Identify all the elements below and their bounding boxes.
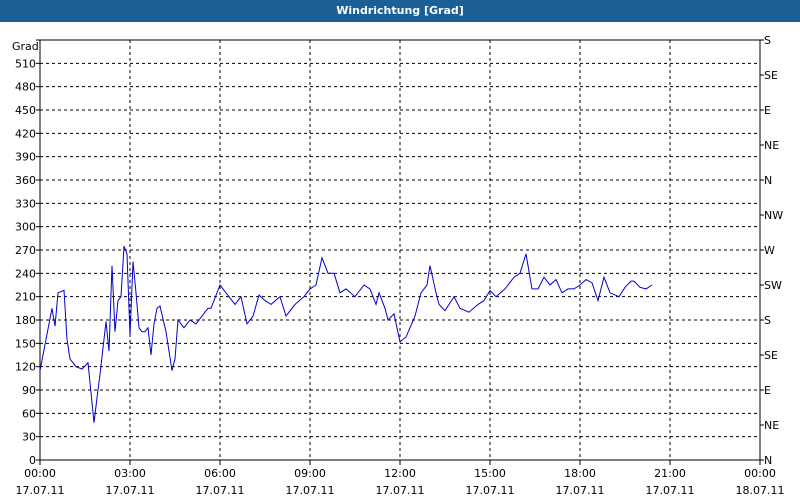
y-tick-label: 510 bbox=[15, 57, 36, 70]
x-tick-time-label: 15:00 bbox=[474, 467, 506, 480]
x-tick-date-label: 17.07.11 bbox=[16, 484, 65, 497]
x-tick-time-label: 18:00 bbox=[564, 467, 596, 480]
right-tick-label: N bbox=[764, 174, 772, 187]
y-tick-label: 300 bbox=[15, 221, 36, 234]
x-tick-time-label: 12:00 bbox=[384, 467, 416, 480]
y-tick-label: 180 bbox=[15, 314, 36, 327]
x-tick-date-label: 17.07.11 bbox=[376, 484, 425, 497]
x-tick-date-label: 17.07.11 bbox=[196, 484, 245, 497]
x-tick-time-label: 09:00 bbox=[294, 467, 326, 480]
right-tick-label: SE bbox=[764, 69, 778, 82]
right-tick-label: SW bbox=[764, 279, 782, 292]
x-tick-date-label: 17.07.11 bbox=[646, 484, 695, 497]
y-tick-label: 210 bbox=[15, 291, 36, 304]
windrichtung-chart: Grad 0 30 60 90 120 150 180 210 240 270 300 330 360 3… bbox=[12, 34, 785, 497]
right-tick-label: E bbox=[764, 104, 771, 117]
right-tick-label: SE bbox=[764, 349, 778, 362]
x-tick-date-label: 18.07.11 bbox=[736, 484, 785, 497]
y-tick-label: 150 bbox=[15, 337, 36, 350]
y-tick-label: 90 bbox=[22, 384, 36, 397]
x-tick-time-label: 06:00 bbox=[204, 467, 236, 480]
x-tick-date-label: 17.07.11 bbox=[286, 484, 335, 497]
right-tick-label: NE bbox=[764, 419, 779, 432]
y-tick-label: 360 bbox=[15, 174, 36, 187]
y-tick-label: 480 bbox=[15, 81, 36, 94]
y-tick-label: 450 bbox=[15, 104, 36, 117]
y-tick-label: 30 bbox=[22, 431, 36, 444]
x-tick-date-label: 17.07.11 bbox=[106, 484, 155, 497]
y-tick-label: 60 bbox=[22, 407, 36, 420]
x-tick-time-label: 03:00 bbox=[114, 467, 146, 480]
x-tick-date-label: 17.07.11 bbox=[466, 484, 515, 497]
series-line bbox=[39, 245, 653, 423]
left-axis-ticks: 0 30 60 90 120 150 180 210 240 270 300 330 360 390 420… bbox=[15, 39, 40, 467]
right-tick-label: S bbox=[764, 314, 771, 327]
wind-direction-series bbox=[39, 245, 653, 423]
x-tick-time-label: 21:00 bbox=[654, 467, 686, 480]
y-tick-label: 240 bbox=[15, 267, 36, 280]
y-tick-label: 0 bbox=[29, 454, 36, 467]
right-tick-label: N bbox=[764, 454, 772, 467]
right-tick-label: W bbox=[764, 244, 775, 257]
y-tick-label: 390 bbox=[15, 151, 36, 164]
y-tick-label: 420 bbox=[15, 127, 36, 140]
right-tick-label: NE bbox=[764, 139, 779, 152]
right-tick-label: NW bbox=[764, 209, 783, 222]
y-tick-label: 330 bbox=[15, 197, 36, 210]
y-axis-label: Grad bbox=[12, 40, 39, 53]
x-tick-time-label: 00:00 bbox=[744, 467, 776, 480]
grid-lines bbox=[40, 40, 760, 460]
y-tick-label: 120 bbox=[15, 361, 36, 374]
chart-title: Windrichtung [Grad] bbox=[0, 0, 800, 22]
right-tick-label: S bbox=[764, 34, 771, 47]
time-axis-ticks: 00:00 17.07.11 03:00 17.07.11 06:00 17.07.11 0… bbox=[16, 460, 785, 497]
right-axis-ticks: N NE E SE S SW W NW N NE E SE S bbox=[760, 34, 783, 467]
y-tick-label: 270 bbox=[15, 244, 36, 257]
x-tick-time-label: 00:00 bbox=[24, 467, 56, 480]
x-tick-date-label: 17.07.11 bbox=[556, 484, 605, 497]
right-tick-label: E bbox=[764, 384, 771, 397]
